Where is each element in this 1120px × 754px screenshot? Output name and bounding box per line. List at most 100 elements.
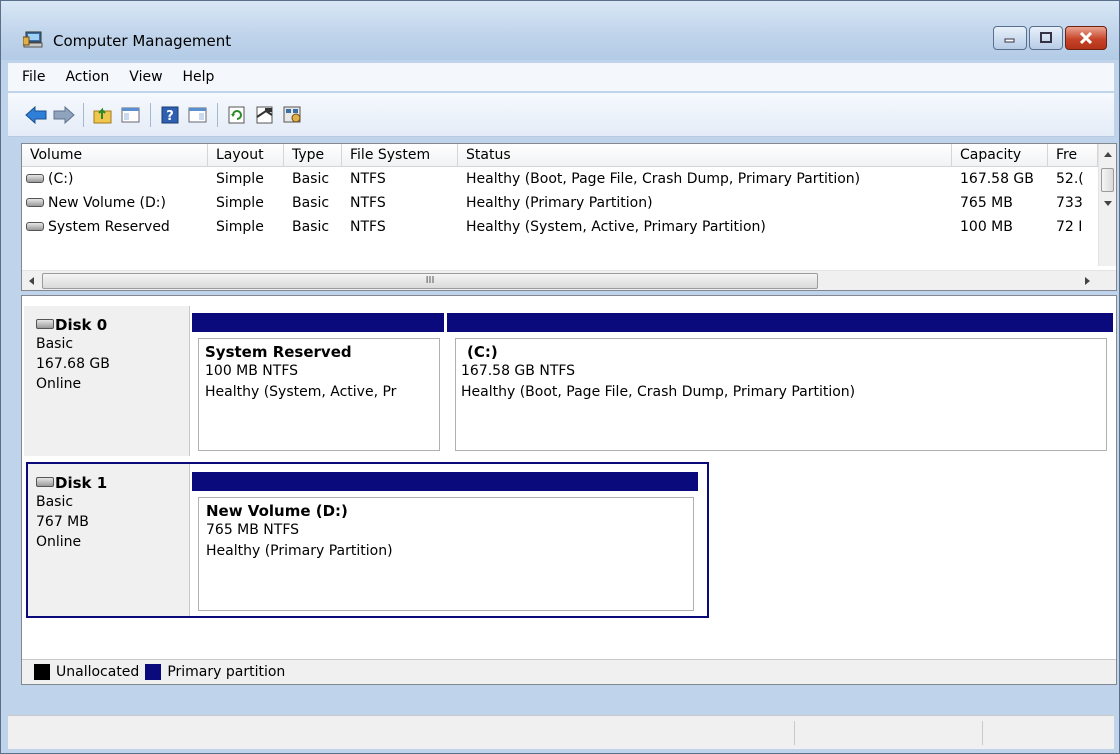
back-button[interactable]	[22, 101, 50, 129]
help-button[interactable]: ?	[156, 101, 184, 129]
action-pane-button[interactable]	[184, 101, 212, 129]
status-bar-separator	[794, 721, 795, 745]
maximize-button[interactable]	[1029, 26, 1063, 50]
horizontal-scrollbar[interactable]: III	[22, 270, 1116, 290]
disk-settings-button[interactable]	[279, 101, 307, 129]
column-header-volume[interactable]: Volume	[22, 144, 208, 167]
menu-help[interactable]: Help	[173, 69, 225, 85]
layout-cell: Simple	[216, 171, 264, 187]
title-bar[interactable]: Computer Management	[1, 1, 1119, 60]
volume-cell: System Reserved	[22, 215, 208, 239]
partition-status: Healthy (Primary Partition)	[206, 543, 393, 559]
type-cell: Basic	[292, 171, 330, 187]
volume-row[interactable]: New Volume (D:) Simple Basic NTFS Health…	[22, 191, 1102, 215]
disk-type: Basic	[36, 336, 74, 352]
column-header-capacity[interactable]: Capacity	[952, 144, 1048, 167]
volume-list-header: Volume Layout Type File System Status Ca…	[22, 144, 1116, 167]
drive-icon	[26, 197, 44, 207]
disk-title: Disk 1	[36, 474, 189, 492]
menu-file[interactable]: File	[12, 69, 55, 85]
disk-status: Online	[36, 534, 82, 550]
refresh-button[interactable]	[223, 101, 251, 129]
up-folder-icon	[93, 107, 112, 123]
partition-status: Healthy (System, Active, Pr	[205, 384, 397, 400]
properties-icon	[256, 106, 273, 123]
partition-size: 765 MB NTFS	[206, 522, 300, 538]
forward-arrow-icon	[53, 105, 75, 124]
computer-management-window: Computer Management File Action View Hel…	[0, 0, 1120, 754]
horizontal-scroll-thumb[interactable]: III	[42, 273, 818, 289]
column-header-status[interactable]: Status	[458, 144, 952, 167]
partition-name: System Reserved	[205, 343, 352, 361]
partition-body: System Reserved 100 MB NTFS Healthy (Sys…	[198, 338, 440, 451]
capacity-cell: 765 MB	[960, 195, 1013, 211]
show-hide-tree-button[interactable]	[117, 101, 145, 129]
partition-system-reserved[interactable]: System Reserved 100 MB NTFS Healthy (Sys…	[192, 313, 444, 454]
capacity-cell: 100 MB	[960, 219, 1013, 235]
column-header-free-space[interactable]: Fre	[1048, 144, 1098, 167]
action-pane-icon	[188, 107, 207, 122]
menu-view[interactable]: View	[119, 69, 172, 85]
volume-name: New Volume (D:)	[48, 195, 166, 211]
close-icon	[1079, 32, 1093, 44]
minimize-icon	[1004, 38, 1015, 43]
volume-name: (C:)	[48, 171, 74, 187]
vertical-scrollbar[interactable]	[1098, 144, 1116, 266]
disk-status: Online	[36, 376, 82, 392]
capacity-cell: 167.58 GB	[960, 171, 1034, 187]
volume-cell: New Volume (D:)	[22, 191, 208, 215]
drive-icon	[26, 221, 44, 231]
minimize-button[interactable]	[993, 26, 1027, 50]
drive-icon	[26, 173, 44, 183]
volume-list[interactable]: Volume Layout Type File System Status Ca…	[21, 143, 1117, 291]
scroll-down-arrow-icon[interactable]	[1099, 194, 1117, 212]
scroll-right-arrow-icon[interactable]	[1078, 272, 1096, 290]
menu-action[interactable]: Action	[55, 69, 119, 85]
caption-buttons	[991, 26, 1107, 50]
partition-status: Healthy (Boot, Page File, Crash Dump, Pr…	[461, 384, 856, 400]
up-one-level-button[interactable]	[89, 101, 117, 129]
partition-new-volume-d[interactable]: New Volume (D:) 765 MB NTFS Healthy (Pri…	[192, 472, 698, 614]
column-header-layout[interactable]: Layout	[208, 144, 284, 167]
svg-text:?: ?	[166, 109, 174, 124]
properties-button[interactable]	[251, 101, 279, 129]
maximize-icon	[1040, 32, 1052, 43]
type-cell: Basic	[292, 219, 330, 235]
menu-bar: File Action View Help	[8, 63, 1114, 91]
forward-button[interactable]	[50, 101, 78, 129]
status-cell: Healthy (Boot, Page File, Crash Dump, Pr…	[466, 171, 861, 187]
partition-size: 100 MB NTFS	[205, 363, 299, 379]
primary-partition-bar	[192, 472, 698, 491]
close-button[interactable]	[1065, 26, 1107, 50]
volume-row[interactable]: (C:) Simple Basic NTFS Healthy (Boot, Pa…	[22, 167, 1102, 191]
computer-management-app-icon	[23, 31, 43, 48]
volume-row[interactable]: System Reserved Simple Basic NTFS Health…	[22, 215, 1102, 239]
disk-icon	[36, 476, 54, 487]
partition-size: 167.58 GB NTFS	[461, 363, 576, 379]
partition-name: (C:)	[467, 343, 498, 361]
legend-unallocated: Unallocated	[56, 664, 140, 680]
disk-size: 167.68 GB	[36, 356, 110, 372]
scroll-left-arrow-icon[interactable]	[23, 272, 41, 290]
show-hide-tree-icon	[121, 107, 140, 122]
vertical-scroll-thumb[interactable]	[1101, 168, 1114, 192]
layout-cell: Simple	[216, 219, 264, 235]
legend-primary-partition: Primary partition	[167, 664, 286, 680]
toolbar: ?	[8, 93, 1114, 137]
primary-partition-bar	[447, 313, 1113, 332]
disk-icon	[36, 318, 54, 329]
back-arrow-icon	[25, 105, 47, 124]
disk-1-label[interactable]: Disk 1 Basic 767 MB Online	[28, 464, 190, 616]
volume-name: System Reserved	[48, 219, 170, 235]
disk-title: Disk 0	[36, 316, 189, 334]
disk-0-label[interactable]: Disk 0 Basic 167.68 GB Online	[24, 306, 190, 456]
column-header-file-system[interactable]: File System	[342, 144, 458, 167]
column-header-type[interactable]: Type	[284, 144, 342, 167]
volume-cell: (C:)	[22, 167, 208, 191]
scroll-up-arrow-icon[interactable]	[1099, 146, 1117, 164]
refresh-icon	[228, 106, 245, 123]
partition-c[interactable]: (C:) 167.58 GB NTFS Healthy (Boot, Page …	[447, 313, 1113, 454]
status-bar-separator	[982, 721, 983, 745]
disk-graphical-view: Disk 0 Basic 167.68 GB Online System Res…	[21, 295, 1117, 685]
primary-partition-bar	[192, 313, 444, 332]
